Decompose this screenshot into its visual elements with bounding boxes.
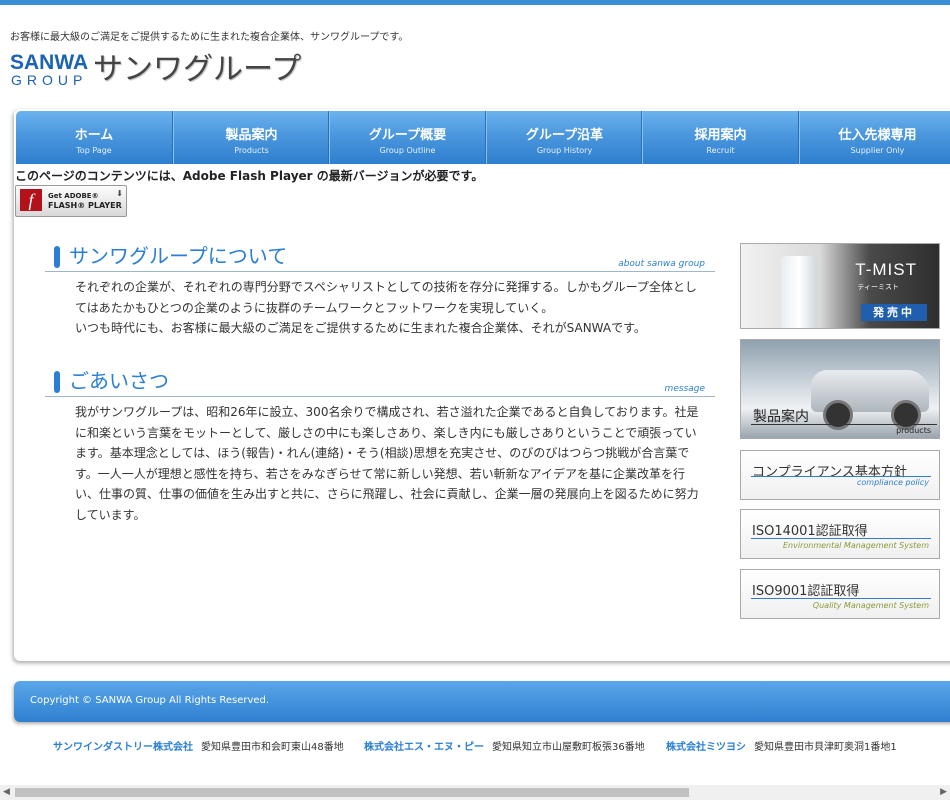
iso9001-banner[interactable]: ISO9001認証取得 Quality Management System — [740, 569, 940, 619]
iso9001-label: ISO9001認証取得 — [752, 584, 860, 599]
site-tagline: お客様に最大級のご満足をご提供するために生まれた複合企業体、サンワグループです。 — [10, 32, 409, 43]
spray-bottle-image — [781, 256, 817, 328]
greeting-section-heading: ごあいさつ message — [45, 368, 715, 397]
nav-home-label: ホーム — [74, 128, 114, 143]
nav-products[interactable]: 製品案内 Products — [174, 111, 329, 164]
horizontal-scrollbar[interactable]: ◀ ▶ — [0, 785, 950, 800]
nav-group-outline[interactable]: グループ概要 Group Outline — [330, 111, 485, 164]
greeting-title: ごあいさつ — [69, 369, 169, 393]
nav-group-history[interactable]: グループ沿革 Group History — [487, 111, 642, 164]
flash-required-message: このページのコンテンツには、Adobe Flash Player の最新バージョ… — [15, 169, 484, 183]
about-paragraph-1: それぞれの企業が、それぞれの専門分野でスペシャリストとしての技術を存分に発揮する… — [75, 280, 697, 315]
scrollbar-thumb[interactable] — [15, 788, 689, 797]
nav-recruit-label: 採用案内 — [694, 128, 747, 143]
products-banner-sublabel: products — [896, 426, 931, 435]
nav-group-history-label: グループ沿革 — [525, 128, 604, 143]
nav-supplier-only-sublabel: Supplier Only — [850, 146, 905, 155]
scroll-left-arrow-icon[interactable]: ◀ — [3, 787, 10, 797]
banner-divider — [751, 476, 931, 477]
company-name-link[interactable]: 株式会社ミツヨシ — [666, 742, 746, 753]
logo-sanwa-text: SANWA — [10, 51, 89, 74]
flash-button-get-text: Get ADOBE® — [48, 192, 99, 200]
about-body: それぞれの企業が、それぞれの専門分野でスペシャリストとしての技術を存分に発揮する… — [75, 277, 703, 339]
t-mist-name: T-MIST — [855, 260, 917, 279]
about-paragraph-2: いつも時代にも、お客様に最大級のご満足をご提供するために生まれた複合企業体、それ… — [75, 321, 646, 335]
products-banner-label: 製品案内 — [753, 409, 809, 425]
copyright-bar: Copyright © SANWA Group All Rights Reser… — [14, 681, 950, 722]
about-title: サンワグループについて — [69, 244, 288, 268]
nav-products-sublabel: Products — [234, 146, 269, 155]
company-address: 愛知県知立市山屋敷町板張36番地 — [492, 742, 645, 753]
greeting-body: 我がサンワグループは、昭和26年に設立、300名余りで構成され、若さ溢れた企業で… — [75, 405, 699, 522]
company-address: 愛知県豊田市貝津町奥洞1番地1 — [754, 742, 897, 753]
nav-home-sublabel: Top Page — [76, 146, 112, 155]
about-title-en: about sanwa group — [618, 259, 705, 269]
company-address: 愛知県豊田市和会町東山48番地 — [201, 742, 344, 753]
compliance-sublabel: compliance policy — [857, 478, 929, 487]
nav-recruit[interactable]: 採用案内 Recruit — [643, 111, 798, 164]
on-sale-badge: 発売中 — [861, 304, 927, 321]
iso14001-banner[interactable]: ISO14001認証取得 Environmental Management Sy… — [740, 509, 940, 559]
nav-supplier-only-label: 仕入先様専用 — [838, 128, 917, 143]
nav-recruit-sublabel: Recruit — [706, 146, 735, 155]
download-arrow-icon: ⬇ — [116, 189, 123, 198]
footer-company-1: サンワインダストリー株式会社 愛知県豊田市和会町東山48番地 — [53, 738, 344, 753]
heading-accent-bar — [54, 371, 60, 393]
compliance-policy-banner[interactable]: コンプライアンス基本方針 compliance policy — [740, 450, 940, 500]
nav-supplier-only[interactable]: 仕入先様専用 Supplier Only — [800, 111, 950, 164]
scroll-right-arrow-icon[interactable]: ▶ — [940, 787, 947, 797]
about-section-heading: サンワグループについて about sanwa group — [45, 243, 715, 272]
t-mist-kana: ティーミスト — [857, 283, 899, 291]
greeting-title-en: message — [664, 384, 705, 394]
get-flash-player-button[interactable]: f Get ADOBE® FLASH® PLAYER ⬇ — [15, 185, 127, 217]
nav-group-outline-sublabel: Group Outline — [379, 146, 436, 155]
products-banner[interactable]: 製品案内 products — [740, 339, 940, 439]
flash-button-player-text: FLASH® PLAYER — [48, 201, 122, 210]
site-logo[interactable]: SANWA GROUP サンワグループ — [10, 52, 310, 92]
iso14001-label: ISO14001認証取得 — [752, 524, 868, 539]
flash-logo-icon: f — [20, 189, 42, 211]
logo-group-text: GROUP — [11, 72, 88, 88]
company-name-link[interactable]: サンワインダストリー株式会社 — [53, 742, 193, 753]
heading-accent-bar — [54, 246, 60, 268]
nav-home[interactable]: ホーム Top Page — [16, 111, 172, 164]
iso14001-sublabel: Environmental Management System — [783, 541, 929, 550]
nav-group-history-sublabel: Group History — [536, 146, 593, 155]
logo-japanese-title: サンワグループ — [93, 52, 302, 87]
nav-group-outline-label: グループ概要 — [368, 128, 447, 143]
main-nav: ホーム Top Page 製品案内 Products グループ概要 Group … — [16, 111, 950, 164]
banner-divider — [751, 538, 931, 539]
copyright-text: Copyright © SANWA Group All Rights Reser… — [30, 695, 270, 706]
company-name-link[interactable]: 株式会社エス・エヌ・ピー — [364, 742, 484, 753]
footer-company-2: 株式会社エス・エヌ・ピー 愛知県知立市山屋敷町板張36番地 — [364, 738, 645, 753]
nav-products-label: 製品案内 — [225, 128, 278, 143]
t-mist-banner[interactable]: T-MIST ティーミスト 発売中 — [740, 243, 940, 329]
banner-divider — [751, 598, 931, 599]
banner-divider — [751, 424, 937, 425]
iso9001-sublabel: Quality Management System — [812, 601, 929, 610]
car-wheel — [823, 400, 853, 430]
footer-company-3: 株式会社ミツヨシ 愛知県豊田市貝津町奥洞1番地1 — [666, 738, 897, 753]
top-accent-bar — [0, 0, 950, 5]
